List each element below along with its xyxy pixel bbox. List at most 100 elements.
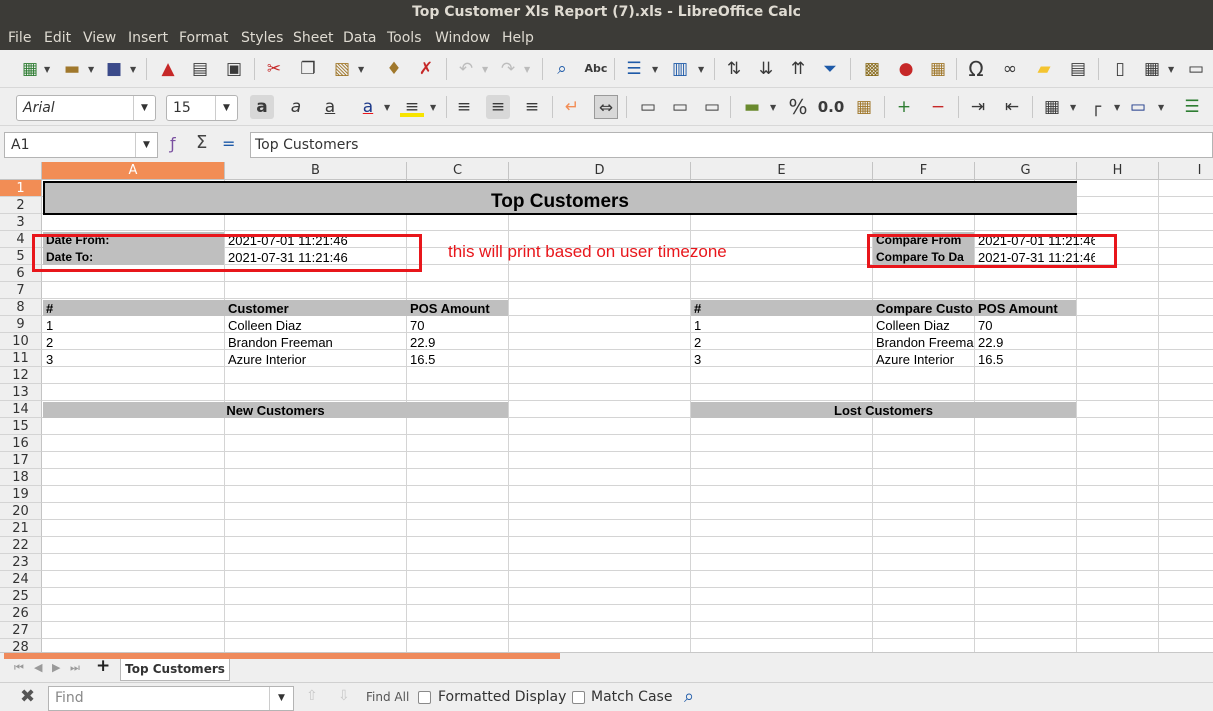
formula-icon[interactable]: = [222,134,235,153]
left-header-index[interactable]: # [43,300,224,317]
table-cell[interactable]: 3 [43,351,224,368]
align-bottom-icon[interactable]: ▭ [700,95,724,119]
menu-sheet[interactable]: Sheet [293,30,333,46]
table-cell[interactable]: 70 [975,317,1076,334]
find-replace-icon[interactable]: ⌕ [550,57,574,81]
align-center-icon[interactable]: ≡ [486,95,510,119]
row-icon[interactable]: ☰ [622,57,646,81]
row-header[interactable]: 19 [0,486,42,503]
sort-ascending-icon[interactable]: ⇈ [786,57,810,81]
undo-dropdown-icon[interactable]: ▼ [482,65,488,74]
highlight-dropdown-icon[interactable]: ▼ [430,103,436,112]
sum-icon[interactable]: Σ [196,132,207,153]
row-header[interactable]: 7 [0,282,42,299]
add-decimal-icon[interactable]: + [892,95,916,119]
row-header[interactable]: 27 [0,622,42,639]
font-name-combo[interactable]: Arial ▼ [16,95,156,121]
chevron-down-icon[interactable]: ▼ [133,96,155,120]
new-dropdown-icon[interactable]: ▼ [44,65,50,74]
new-customers-header[interactable]: New Customers [43,402,508,419]
row-header[interactable]: 24 [0,571,42,588]
chevron-down-icon[interactable]: ▼ [269,687,293,710]
table-cell[interactable]: 1 [691,317,872,334]
match-case-label[interactable]: Match Case [591,689,672,705]
chevron-down-icon[interactable]: ▼ [135,133,157,157]
print-icon[interactable]: ▤ [188,57,212,81]
row-header[interactable]: 10 [0,333,42,350]
paste-dropdown-icon[interactable]: ▼ [358,65,364,74]
row-header[interactable]: 11 [0,350,42,367]
copy-icon[interactable]: ❐ [296,57,320,81]
redo-dropdown-icon[interactable]: ▼ [524,65,530,74]
find-input[interactable]: Find ▼ [48,686,294,711]
hyperlink-icon[interactable]: ∞ [998,57,1022,81]
table-cell[interactable]: Azure Interior [225,351,406,368]
table-cell[interactable]: 3 [691,351,872,368]
right-header-pos-amount[interactable]: POS Amount [975,300,1076,317]
menu-insert[interactable]: Insert [128,30,168,46]
open-folder-icon[interactable]: ▬ [60,57,84,81]
row-header[interactable]: 1 [0,180,42,197]
close-find-icon[interactable]: ✖ [20,686,35,707]
first-sheet-icon[interactable]: ⏮ [14,661,24,675]
find-previous-icon[interactable]: ⇧ [306,688,318,704]
chevron-down-icon[interactable]: ▼ [215,96,237,120]
spelling-icon[interactable]: Abc [584,57,608,81]
table-cell[interactable]: Colleen Diaz [225,317,406,334]
number-format-icon[interactable]: 0.0 [816,95,846,119]
table-cell[interactable]: Brandon Freema [873,334,974,351]
clone-formatting-icon[interactable]: ♦ [382,57,406,81]
row-header[interactable]: 17 [0,452,42,469]
borders-icon[interactable]: ▦ [1040,95,1064,119]
column-header-d[interactable]: D [509,162,691,180]
column-dropdown-icon[interactable]: ▼ [698,65,704,74]
table-cell[interactable]: Colleen Diaz [873,317,974,334]
next-sheet-icon[interactable]: ▶ [52,661,60,674]
column-header-g[interactable]: G [975,162,1077,180]
font-size-combo[interactable]: 15 ▼ [166,95,238,121]
lost-customers-header[interactable]: Lost Customers [691,402,1076,419]
table-cell[interactable]: 1 [43,317,224,334]
menu-file[interactable]: File [8,30,31,46]
formatted-display-label[interactable]: Formatted Display [438,689,566,705]
wrap-text-icon[interactable]: ↵ [560,95,584,119]
spreadsheet-grid[interactable]: A B C D E F G H I 1 2 3 4 5 6 7 8 9 10 1… [0,162,1213,652]
paste-icon[interactable]: ▧ [330,57,354,81]
border-color-dropdown-icon[interactable]: ▼ [1158,103,1164,112]
function-wizard-icon[interactable]: ƒ [170,134,176,153]
find-all-button[interactable]: Find All [366,690,409,704]
italic-icon[interactable]: a [284,95,308,119]
menu-view[interactable]: View [83,30,116,46]
delete-decimal-icon[interactable]: − [926,95,950,119]
open-dropdown-icon[interactable]: ▼ [88,65,94,74]
row-header[interactable]: 3 [0,214,42,231]
table-cell[interactable]: 22.9 [407,334,508,351]
border-color-icon[interactable]: ▭ [1126,95,1150,119]
font-color-dropdown-icon[interactable]: ▼ [384,103,390,112]
border-style-icon[interactable]: ┌ [1084,95,1108,119]
column-header-h[interactable]: H [1077,162,1159,180]
bold-icon[interactable]: a [250,95,274,119]
column-header-f[interactable]: F [873,162,975,180]
print-preview-icon[interactable]: ▣ [222,57,246,81]
increase-indent-icon[interactable]: ⇥ [966,95,990,119]
center-vertically-icon[interactable]: ▭ [668,95,692,119]
row-header[interactable]: 18 [0,469,42,486]
cut-icon[interactable]: ✂ [262,57,286,81]
redo-icon[interactable]: ↷ [496,57,520,81]
select-all-corner[interactable] [0,162,42,180]
insert-image-icon[interactable]: ▩ [860,57,884,81]
define-print-area-icon[interactable]: ▯ [1108,57,1132,81]
insert-chart-icon[interactable]: ● [894,57,918,81]
left-header-customer[interactable]: Customer [225,300,406,317]
pivot-table-icon[interactable]: ▦ [926,57,950,81]
last-sheet-icon[interactable]: ⏭ [70,661,80,675]
right-header-index[interactable]: # [691,300,872,317]
save-dropdown-icon[interactable]: ▼ [130,65,136,74]
row-header[interactable]: 28 [0,639,42,652]
find-replace-dialog-icon[interactable]: ⌕ [684,686,694,707]
table-cell[interactable]: 16.5 [407,351,508,368]
underline-icon[interactable]: a [318,95,342,119]
menu-help[interactable]: Help [502,30,534,46]
row-header[interactable]: 8 [0,299,42,316]
